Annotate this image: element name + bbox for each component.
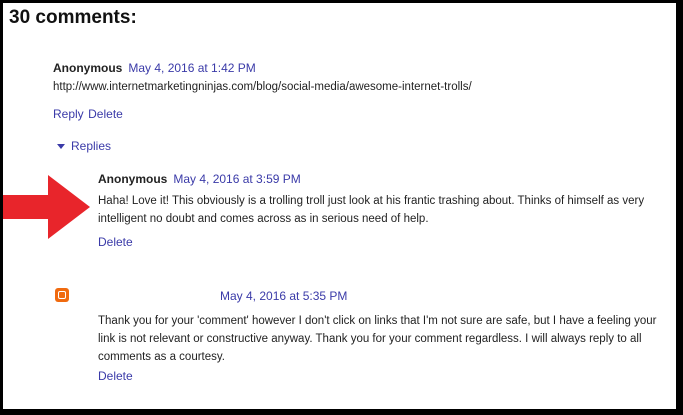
replies-toggle[interactable]: Replies: [71, 139, 111, 153]
delete-button[interactable]: Delete: [88, 107, 123, 121]
reply-body: Haha! Love it! This obviously is a troll…: [98, 195, 645, 225]
comment-body: http://www.internetmarketingninjas.com/b…: [53, 81, 472, 93]
reply-body: Thank you for your 'comment' however I d…: [98, 315, 657, 363]
red-arrow-icon: [3, 175, 90, 239]
comment-timestamp[interactable]: May 4, 2016 at 1:42 PM: [128, 61, 255, 75]
delete-button[interactable]: Delete: [98, 235, 133, 249]
comment-header: Anonymous May 4, 2016 at 1:42 PM: [53, 59, 256, 77]
delete-button[interactable]: Delete: [98, 369, 133, 383]
comment-actions: Reply Delete: [53, 105, 123, 123]
chevron-down-icon[interactable]: [57, 144, 65, 149]
comment-author[interactable]: Anonymous: [53, 61, 122, 75]
reply-timestamp[interactable]: May 4, 2016 at 3:59 PM: [173, 172, 300, 186]
blogger-icon[interactable]: [55, 288, 69, 302]
comments-panel: 30 comments: Anonymous May 4, 2016 at 1:4…: [3, 3, 676, 409]
reply-timestamp[interactable]: May 4, 2016 at 5:35 PM: [220, 289, 347, 303]
reply-author[interactable]: Anonymous: [98, 172, 167, 186]
reply-button[interactable]: Reply: [53, 107, 84, 121]
comments-heading: 30 comments:: [9, 7, 137, 28]
reply-header: Anonymous May 4, 2016 at 3:59 PM: [98, 170, 301, 188]
